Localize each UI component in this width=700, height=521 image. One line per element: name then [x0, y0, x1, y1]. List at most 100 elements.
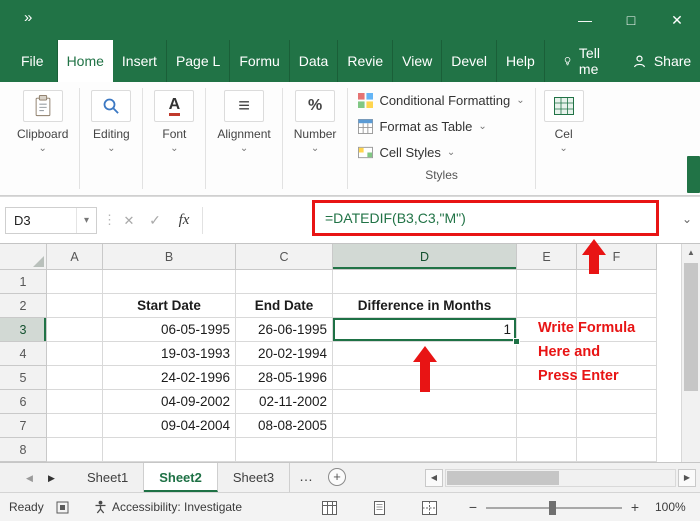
cell-b1[interactable]	[103, 270, 236, 294]
more-sheets-button[interactable]: …	[290, 463, 322, 492]
cell-b5[interactable]: 24-02-1996	[103, 366, 236, 390]
ribbon-group-cells[interactable]: Cel ⌄	[536, 82, 592, 195]
vertical-scrollbar-thumb[interactable]	[684, 263, 698, 391]
cell-f8[interactable]	[577, 438, 657, 462]
conditional-formatting-button[interactable]: Conditional Formatting ⌄	[358, 87, 525, 113]
macro-record-icon[interactable]	[56, 501, 69, 517]
zoom-slider-thumb[interactable]	[549, 501, 556, 515]
scroll-up-icon[interactable]: ▲	[682, 244, 700, 261]
cell-c4[interactable]: 20-02-1994	[236, 342, 333, 366]
formula-bar-handle-icon[interactable]: ⋮	[103, 212, 116, 228]
row-header-3[interactable]: 3	[0, 318, 47, 342]
cell-b2[interactable]: Start Date	[103, 294, 236, 318]
minimize-button[interactable]: —	[562, 0, 608, 40]
cell-b6[interactable]: 04-09-2002	[103, 390, 236, 414]
cell-a2[interactable]	[47, 294, 103, 318]
cancel-icon[interactable]: ✕	[117, 207, 141, 234]
tell-me-button[interactable]: Tell me	[551, 40, 618, 82]
select-all-corner[interactable]	[0, 244, 47, 270]
cell-b4[interactable]: 19-03-1993	[103, 342, 236, 366]
horizontal-scrollbar[interactable]	[445, 469, 676, 487]
cell-e2[interactable]	[517, 294, 577, 318]
column-header-a[interactable]: A	[47, 244, 103, 270]
cell-c5[interactable]: 28-05-1996	[236, 366, 333, 390]
cell-a5[interactable]	[47, 366, 103, 390]
formula-input[interactable]: =DATEDIF(B3,C3,"M")	[325, 201, 466, 235]
cell-a4[interactable]	[47, 342, 103, 366]
row-header-1[interactable]: 1	[0, 270, 47, 294]
cell-d3-active[interactable]: 1	[333, 318, 520, 345]
hscroll-right-icon[interactable]: ▶	[678, 469, 696, 487]
qat-overflow-chevron-icon[interactable]: »	[24, 9, 32, 26]
cell-d7[interactable]	[333, 414, 517, 438]
formula-bar-expand-icon[interactable]: ⌄	[682, 212, 692, 226]
column-header-b[interactable]: B	[103, 244, 236, 270]
cell-a1[interactable]	[47, 270, 103, 294]
ribbon-group-editing[interactable]: Editing ⌄	[80, 82, 142, 195]
row-header-6[interactable]: 6	[0, 390, 47, 414]
tab-scroll-left-icon[interactable]: ◀	[26, 473, 33, 484]
maximize-button[interactable]: □	[608, 0, 654, 40]
fill-handle[interactable]	[513, 338, 520, 345]
cell-c2[interactable]: End Date	[236, 294, 333, 318]
cell-c8[interactable]	[236, 438, 333, 462]
tab-file[interactable]: File	[8, 40, 58, 82]
cell-e8[interactable]	[517, 438, 577, 462]
name-box[interactable]: D3 ▾	[5, 207, 97, 234]
cell-c3[interactable]: 26-06-1995	[236, 318, 333, 342]
close-button[interactable]: ✕	[654, 0, 700, 40]
cell-a6[interactable]	[47, 390, 103, 414]
cell-d1[interactable]	[333, 270, 517, 294]
tab-data[interactable]: Data	[290, 40, 339, 82]
sheet-tab-sheet2-active[interactable]: Sheet2	[144, 463, 218, 492]
normal-view-icon[interactable]	[322, 501, 337, 518]
cell-d6[interactable]	[333, 390, 517, 414]
ribbon-group-number[interactable]: % Number ⌄	[283, 82, 348, 195]
format-as-table-button[interactable]: Format as Table ⌄	[358, 113, 524, 139]
ribbon-group-font[interactable]: A Font ⌄	[143, 82, 205, 195]
cell-a8[interactable]	[47, 438, 103, 462]
column-header-c[interactable]: C	[236, 244, 333, 270]
cell-f7[interactable]	[577, 414, 657, 438]
zoom-in-button[interactable]: +	[628, 499, 642, 515]
column-header-d[interactable]: D	[333, 244, 517, 270]
row-header-7[interactable]: 7	[0, 414, 47, 438]
tab-review[interactable]: Revie	[338, 40, 394, 82]
tab-scroll-right-icon[interactable]: ▶	[48, 473, 55, 484]
cell-b7[interactable]: 09-04-2004	[103, 414, 236, 438]
cell-e7[interactable]	[517, 414, 577, 438]
new-sheet-button[interactable]: +	[328, 468, 347, 486]
vertical-scrollbar[interactable]: ▲	[681, 244, 700, 462]
zoom-slider[interactable]	[486, 501, 622, 515]
row-header-8[interactable]: 8	[0, 438, 47, 462]
row-header-5[interactable]: 5	[0, 366, 47, 390]
enter-icon[interactable]: ✓	[143, 207, 167, 234]
zoom-out-button[interactable]: −	[466, 499, 480, 515]
cell-f2[interactable]	[577, 294, 657, 318]
cell-e1[interactable]	[517, 270, 577, 294]
ribbon-group-alignment[interactable]: ≡ Alignment ⌄	[206, 82, 281, 195]
tab-page-layout[interactable]: Page L	[167, 40, 231, 82]
sheet-tab-sheet1[interactable]: Sheet1	[72, 463, 145, 492]
insert-function-icon[interactable]: fx	[171, 207, 197, 234]
cell-c7[interactable]: 08-08-2005	[236, 414, 333, 438]
cell-c1[interactable]	[236, 270, 333, 294]
cell-b3[interactable]: 06-05-1995	[103, 318, 236, 342]
row-header-2[interactable]: 2	[0, 294, 47, 318]
tab-help[interactable]: Help	[497, 40, 545, 82]
row-header-4[interactable]: 4	[0, 342, 47, 366]
cell-a3[interactable]	[47, 318, 103, 342]
tab-insert[interactable]: Insert	[113, 40, 167, 82]
cell-e6[interactable]	[517, 390, 577, 414]
hscroll-left-icon[interactable]: ◀	[425, 469, 443, 487]
share-button[interactable]: Share	[618, 40, 700, 82]
page-layout-view-icon[interactable]	[372, 501, 387, 518]
cell-b8[interactable]	[103, 438, 236, 462]
ribbon-group-clipboard[interactable]: Clipboard ⌄	[6, 82, 79, 195]
tab-home[interactable]: Home	[57, 40, 113, 82]
tab-formulas[interactable]: Formu	[230, 40, 290, 82]
name-box-dropdown-icon[interactable]: ▾	[76, 208, 96, 233]
cell-c6[interactable]: 02-11-2002	[236, 390, 333, 414]
cell-d2[interactable]: Difference in Months	[333, 294, 517, 318]
sheet-tab-sheet3[interactable]: Sheet3	[218, 463, 291, 492]
